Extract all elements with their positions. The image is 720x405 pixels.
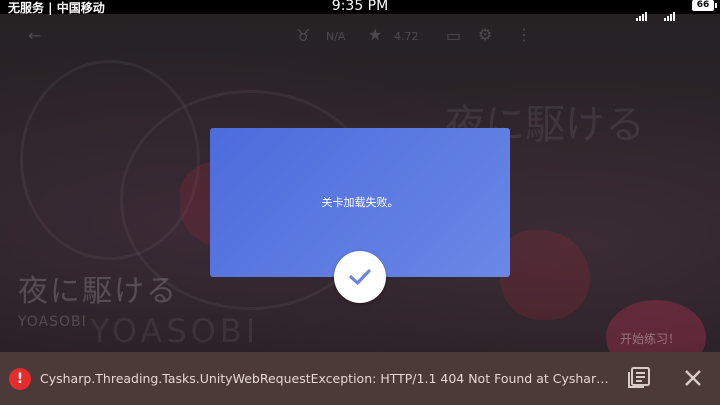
- background-art-ring: [20, 60, 200, 260]
- checkmark-icon: [349, 269, 371, 285]
- signal-icon: [636, 2, 648, 21]
- dialog-message: 关卡加载失败。: [321, 196, 399, 209]
- error-toast: ! Cysharp.Threading.Tasks.UnityWebReques…: [0, 352, 720, 405]
- view-log-button[interactable]: [627, 367, 651, 389]
- star-icon: ★: [368, 25, 383, 44]
- rating-label: 4.72: [394, 30, 419, 43]
- background-artist-art: YOASOBI: [90, 312, 260, 350]
- back-arrow-icon: ←: [28, 26, 42, 45]
- close-icon: [685, 370, 701, 386]
- gamepad-icon: ▭: [446, 26, 462, 45]
- na-label: N/A: [326, 30, 346, 43]
- close-button[interactable]: [683, 368, 703, 388]
- status-bar: 无服务 | 中国移动 9:35 PM 66: [0, 0, 720, 21]
- background-art-shape: [500, 230, 590, 320]
- clock: 9:35 PM: [331, 0, 389, 14]
- start-practice-label: 开始练习！: [620, 332, 681, 346]
- error-icon: !: [9, 368, 31, 390]
- song-artist: YOASOBI: [18, 314, 87, 330]
- gear-icon: ⚙: [478, 25, 493, 44]
- dimmed-top-bar: ← ♉ N/A ★ 4.72 ▭ ⚙ ⋮: [0, 18, 720, 56]
- taurus-icon: ♉: [296, 26, 311, 45]
- song-title: 夜に駆ける: [18, 274, 178, 309]
- more-icon: ⋮: [516, 25, 532, 44]
- error-message: Cysharp.Threading.Tasks.UnityWebRequestE…: [40, 371, 615, 386]
- confirm-button[interactable]: [334, 251, 386, 303]
- log-icon: [628, 367, 650, 388]
- battery-icon: 66: [692, 0, 717, 11]
- signal-icon: [664, 2, 676, 21]
